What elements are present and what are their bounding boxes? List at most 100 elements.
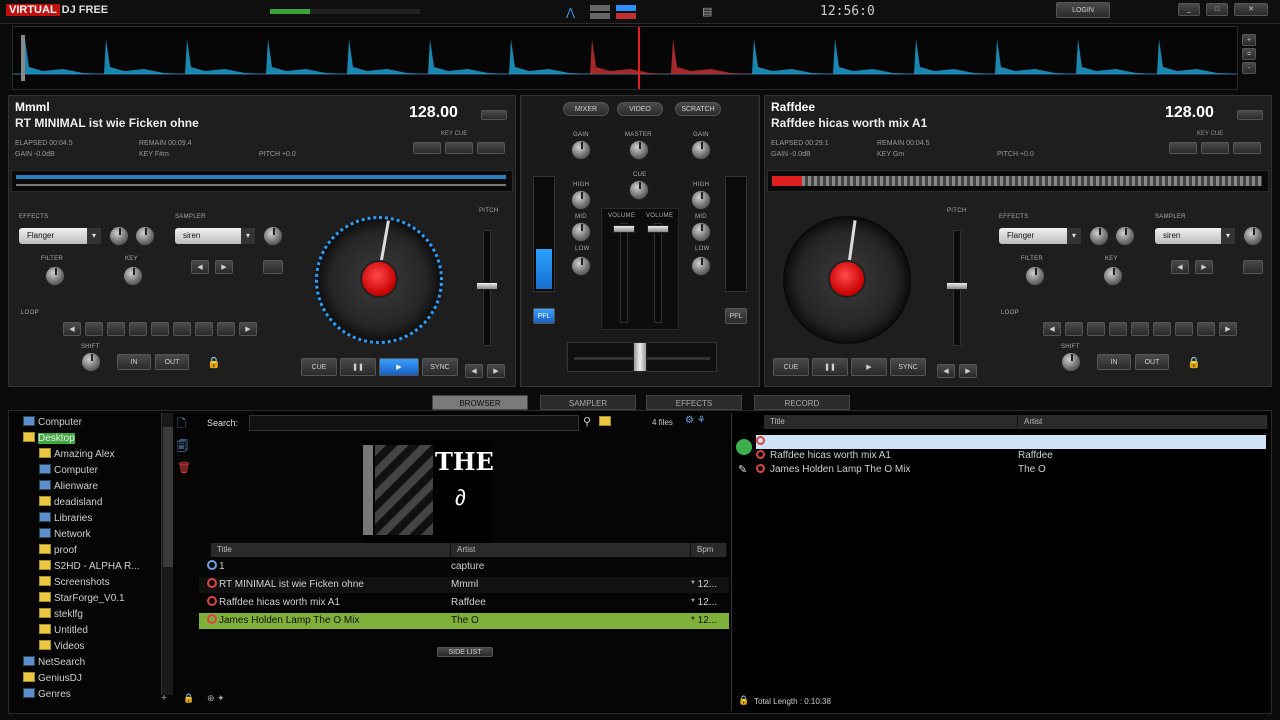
sampler-volume-knob[interactable]	[263, 226, 283, 246]
deck-right-cue-button[interactable]: CUE	[773, 358, 809, 376]
loop-in-button[interactable]: IN	[117, 354, 151, 370]
deck-left-pitch-fader[interactable]	[476, 282, 498, 290]
tree-item[interactable]: Screenshots	[39, 575, 110, 590]
login-button[interactable]: LOGIN	[1056, 2, 1110, 18]
high-left-knob[interactable]	[571, 190, 591, 210]
table-row[interactable]: RT MINIMAL ist wie Ficken ohne Mmml * 12..…	[199, 577, 729, 593]
headphones-mix-knob[interactable]	[629, 180, 649, 200]
loop-size-button[interactable]	[107, 322, 125, 336]
loop-size-button[interactable]	[129, 322, 147, 336]
lock-icon[interactable]: 🔒	[207, 356, 221, 369]
browser-footer-icons[interactable]: ⊕ ✦	[207, 693, 225, 704]
close-button[interactable]: ✕	[1234, 3, 1268, 16]
playlist-eject-icon[interactable]: ✎	[738, 463, 747, 476]
loop-size-button[interactable]	[1109, 322, 1127, 336]
deck-left-pitch-minus[interactable]: ◀	[465, 364, 483, 378]
deck-right-bpm-tap[interactable]	[1237, 110, 1263, 120]
deck-right-play-button[interactable]: ▶	[851, 358, 887, 376]
sampler-rec[interactable]	[1243, 260, 1263, 274]
loop-in-button[interactable]: IN	[1097, 354, 1131, 370]
pfl-right-button[interactable]: PFL	[725, 308, 747, 324]
layout-selector[interactable]	[590, 5, 642, 19]
master-knob[interactable]	[629, 140, 649, 160]
tree-item[interactable]: Libraries	[39, 511, 92, 526]
loop-size-button[interactable]: ▶	[1219, 322, 1237, 336]
deck-left-play-button[interactable]: ▶	[379, 358, 419, 376]
loop-size-button[interactable]	[85, 322, 103, 336]
browser-options-icon[interactable]: ⚙ ⚘	[685, 415, 706, 426]
loop-size-button[interactable]	[173, 322, 191, 336]
deck-left-cue-button[interactable]: CUE	[301, 358, 337, 376]
tab-effects[interactable]: EFFECTS	[646, 395, 742, 410]
sideview-icons[interactable]: 🗋 🗐 🗑	[177, 413, 197, 474]
volume-left-fader[interactable]	[613, 225, 635, 233]
mid-right-knob[interactable]	[691, 222, 711, 242]
tree-item[interactable]: Amazing Alex	[39, 447, 115, 462]
deck-right-hotcues[interactable]	[1169, 142, 1269, 156]
col-artist[interactable]: Artist	[451, 543, 691, 557]
playlist-add-icon[interactable]	[736, 439, 752, 455]
tree-item[interactable]: steklfg	[39, 607, 83, 622]
minimize-button[interactable]: _	[1178, 3, 1200, 16]
loop-size-button[interactable]	[1087, 322, 1105, 336]
tree-item[interactable]: StarForge_V0.1	[39, 591, 125, 606]
tree-item[interactable]: NetSearch	[23, 655, 85, 670]
scratch-tab[interactable]: SCRATCH	[675, 102, 721, 116]
deck-left-sync-button[interactable]: SYNC	[422, 358, 458, 376]
loop-size-button[interactable]	[217, 322, 235, 336]
search-options-icon[interactable]: ⚲	[583, 415, 591, 428]
settings-icon[interactable]: ▤	[702, 5, 712, 18]
tree-item[interactable]: Computer	[39, 463, 98, 478]
deck-right-pitch-minus[interactable]: ◀	[937, 364, 955, 378]
loop-buttons[interactable]: ◀ ▶	[63, 322, 257, 338]
loop-size-button[interactable]: ▶	[239, 322, 257, 336]
tree-item[interactable]: Genres	[23, 687, 71, 702]
effect-param-1-knob[interactable]	[109, 226, 129, 246]
volume-right-fader[interactable]	[647, 225, 669, 233]
loop-size-button[interactable]: ◀	[63, 322, 81, 336]
loop-out-button[interactable]: OUT	[155, 354, 189, 370]
deck-right-pitch-plus[interactable]: ▶	[959, 364, 977, 378]
loop-buttons[interactable]: ◀ ▶	[1043, 322, 1237, 338]
table-row[interactable]: James Holden Lamp The O Mix The O * 12...	[199, 613, 729, 629]
sampler-prev[interactable]: ◀	[191, 260, 209, 274]
tree-item[interactable]: Untitled	[39, 623, 88, 638]
loop-size-button[interactable]	[1131, 322, 1149, 336]
sampler-next[interactable]: ▶	[1195, 260, 1213, 274]
playlist-row[interactable]	[756, 435, 1266, 449]
pfl-left-button[interactable]: PFL	[533, 308, 555, 324]
gain-left-knob[interactable]	[571, 140, 591, 160]
loop-size-button[interactable]	[1197, 322, 1215, 336]
deck-left-hotcues[interactable]	[413, 142, 513, 156]
side-list-button[interactable]: SIDE LIST	[437, 647, 493, 657]
tree-lock-icon[interactable]: 🔒	[183, 693, 194, 704]
filter-knob[interactable]	[45, 266, 65, 286]
loop-out-button[interactable]: OUT	[1135, 354, 1169, 370]
loop-size-button[interactable]: ◀	[1043, 322, 1061, 336]
col-title[interactable]: Title	[211, 543, 451, 557]
zoom-controls[interactable]: + = -	[1242, 34, 1258, 82]
deck-right-pitch-fader[interactable]	[946, 282, 968, 290]
low-right-knob[interactable]	[691, 256, 711, 276]
shift-knob[interactable]	[1061, 352, 1081, 372]
deck-left-pause-button[interactable]: ❚❚	[340, 358, 376, 376]
playlist-col-title[interactable]: Title	[764, 415, 1018, 429]
deck-right-pause-button[interactable]: ❚❚	[812, 358, 848, 376]
table-row[interactable]: Raffdee hicas worth mix A1 Raffdee * 12...	[199, 595, 729, 611]
effect-param-2-knob[interactable]	[135, 226, 155, 246]
tree-item[interactable]: proof	[39, 543, 77, 558]
tree-add-icon[interactable]: +	[161, 693, 167, 704]
tree-item[interactable]: deadisland	[39, 495, 102, 510]
tab-browser[interactable]: BROWSER	[432, 395, 528, 410]
folder-icon[interactable]	[599, 416, 614, 428]
high-right-knob[interactable]	[691, 190, 711, 210]
shift-knob[interactable]	[81, 352, 101, 372]
loop-size-button[interactable]	[1175, 322, 1193, 336]
lock-icon[interactable]: 🔒	[1187, 356, 1201, 369]
deck-right-sampler-select[interactable]: siren ▾	[1155, 228, 1235, 244]
tree-item[interactable]: Computer	[23, 415, 82, 430]
deck-right-effect-select[interactable]: Flanger ▾	[999, 228, 1081, 244]
low-left-knob[interactable]	[571, 256, 591, 276]
effect-param-2-knob[interactable]	[1115, 226, 1135, 246]
deck-left-effect-select[interactable]: Flanger ▾	[19, 228, 101, 244]
